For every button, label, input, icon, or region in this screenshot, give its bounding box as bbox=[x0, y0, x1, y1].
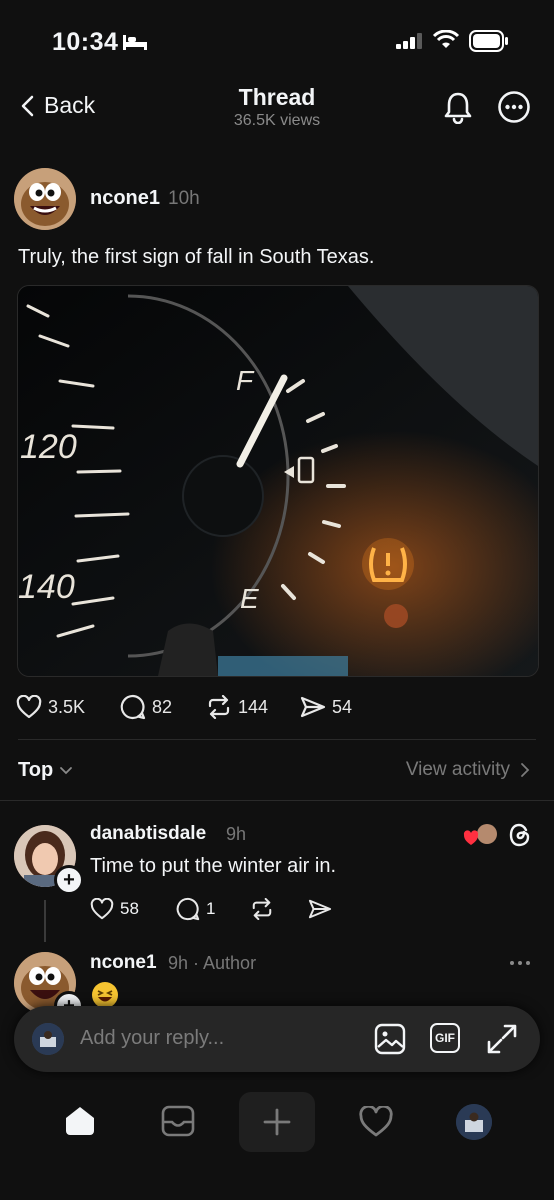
reply-actions: 58 1 bbox=[90, 897, 332, 921]
sleep-focus-icon bbox=[123, 35, 147, 50]
current-user-avatar bbox=[32, 1023, 64, 1055]
liked-by-author-heart-icon bbox=[463, 824, 497, 845]
like-button[interactable]: 3.5K bbox=[16, 695, 120, 719]
heart-icon bbox=[16, 695, 42, 719]
post-username[interactable]: ncone1 bbox=[90, 187, 160, 210]
post-timestamp: 10h bbox=[168, 188, 200, 209]
notification-bell-icon[interactable] bbox=[441, 90, 475, 124]
bottom-tab-bar bbox=[0, 1080, 554, 1200]
repost-icon bbox=[252, 898, 272, 920]
view-activity-label: View activity bbox=[405, 759, 510, 780]
gif-button[interactable]: GIF bbox=[430, 1023, 460, 1053]
post-actions: 3.5K 82 144 54 bbox=[16, 694, 352, 720]
sort-dropdown[interactable]: Top bbox=[18, 759, 73, 782]
comment-bubble-icon bbox=[176, 897, 200, 921]
inbox-icon[interactable] bbox=[161, 1105, 195, 1137]
divider bbox=[18, 739, 536, 740]
repost-button[interactable]: 144 bbox=[206, 695, 300, 719]
home-icon[interactable] bbox=[63, 1104, 97, 1138]
fuel-label-full: F bbox=[236, 365, 255, 396]
reply-like-button[interactable]: 58 bbox=[90, 898, 176, 920]
reply-comment-button[interactable]: 1 bbox=[176, 897, 250, 921]
status-time: 10:34 bbox=[52, 28, 119, 56]
laughing-emoji-icon bbox=[92, 982, 118, 1008]
post-text: Truly, the first sign of fall in South T… bbox=[18, 246, 375, 268]
activity-heart-icon[interactable] bbox=[358, 1106, 394, 1138]
tire-pressure-warning-icon bbox=[362, 538, 414, 590]
heart-icon bbox=[90, 898, 114, 920]
more-options-icon[interactable] bbox=[508, 958, 532, 968]
reply-comment-count: 1 bbox=[206, 899, 216, 918]
reply-share-button[interactable] bbox=[308, 898, 332, 920]
cellular-signal-icon bbox=[396, 33, 422, 49]
dashboard-photo: 120 140 F E bbox=[18, 286, 538, 676]
more-options-icon[interactable] bbox=[497, 90, 531, 124]
reply-input-placeholder[interactable]: Add your reply... bbox=[80, 1027, 224, 1050]
battery-icon bbox=[469, 30, 508, 52]
share-button[interactable]: 54 bbox=[300, 695, 352, 719]
speed-label-120: 120 bbox=[20, 428, 77, 466]
cartoon-avatar-image bbox=[14, 168, 76, 230]
view-activity-link[interactable]: View activity bbox=[406, 759, 530, 781]
send-icon bbox=[308, 899, 332, 919]
reply-username[interactable]: danabtisdale bbox=[90, 823, 206, 845]
threads-logo-icon[interactable] bbox=[508, 822, 532, 848]
divider bbox=[0, 800, 554, 801]
repost-count: 144 bbox=[238, 696, 269, 717]
like-count: 3.5K bbox=[48, 696, 86, 717]
sort-label: Top bbox=[18, 759, 54, 781]
reply-timestamp-author: 9h · Author bbox=[168, 953, 257, 973]
send-icon bbox=[300, 696, 326, 718]
expand-icon[interactable] bbox=[486, 1023, 518, 1055]
chevron-right-icon bbox=[521, 763, 530, 777]
repost-icon bbox=[208, 695, 230, 719]
reply-composer[interactable]: Add your reply... GIF bbox=[14, 1006, 540, 1072]
gif-label: GIF bbox=[435, 1031, 455, 1045]
reply-username[interactable]: ncone1 bbox=[90, 952, 157, 974]
comment-button[interactable]: 82 bbox=[120, 694, 206, 720]
comment-bubble-icon bbox=[120, 694, 146, 720]
reply-like-count: 58 bbox=[120, 899, 139, 918]
comment-count: 82 bbox=[152, 696, 173, 717]
speed-label-140: 140 bbox=[18, 568, 75, 606]
reply-repost-button[interactable] bbox=[250, 898, 308, 920]
wifi-icon bbox=[432, 30, 460, 48]
fuel-label-empty: E bbox=[240, 583, 259, 614]
chevron-down-icon bbox=[60, 766, 73, 774]
share-count: 54 bbox=[332, 696, 353, 717]
profile-tab-avatar[interactable] bbox=[456, 1104, 492, 1140]
new-thread-button[interactable] bbox=[239, 1092, 315, 1152]
post-image-dashboard-gauges[interactable]: 120 140 F E bbox=[17, 285, 539, 677]
follow-plus-button[interactable]: + bbox=[54, 865, 84, 895]
thread-connector-line bbox=[44, 900, 46, 942]
reply-text: Time to put the winter air in. bbox=[90, 855, 337, 877]
post-author-avatar[interactable] bbox=[14, 168, 76, 230]
image-picker-icon[interactable] bbox=[374, 1023, 406, 1055]
reply-timestamp: 9h bbox=[226, 824, 247, 844]
plus-icon bbox=[263, 1108, 291, 1136]
